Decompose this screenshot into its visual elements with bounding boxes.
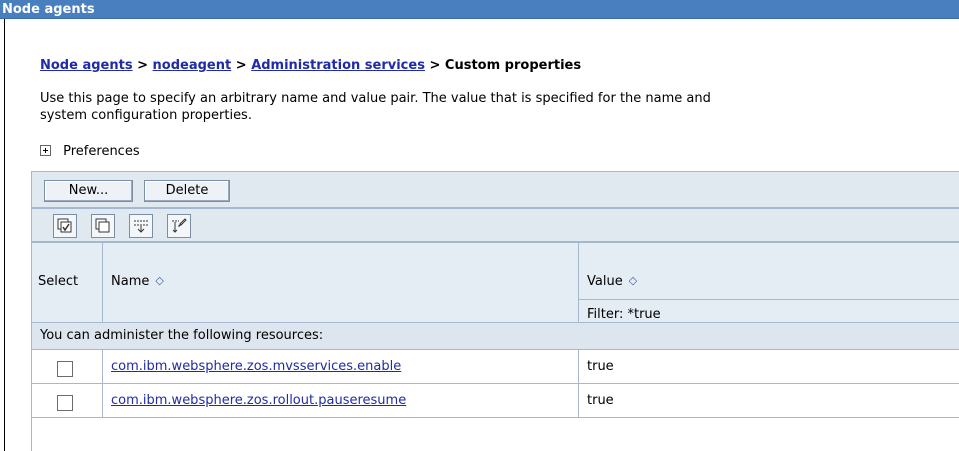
- expand-plus-icon[interactable]: [40, 145, 51, 156]
- deselect-all-button[interactable]: [91, 214, 115, 238]
- description-line-2: system configuration properties.: [40, 108, 252, 123]
- description-line-1: Use this page to specify an arbitrary na…: [40, 91, 711, 106]
- new-button[interactable]: New...: [44, 180, 133, 202]
- cell-divider: [578, 384, 579, 418]
- breadcrumb-separator: >: [137, 58, 148, 73]
- window-titlebar: Node agents: [0, 0, 959, 19]
- property-value: true: [587, 393, 614, 408]
- name-column-label[interactable]: Name: [111, 274, 149, 289]
- property-value: true: [587, 359, 614, 374]
- property-name-link[interactable]: com.ibm.websphere.zos.mvsservices.enable: [111, 359, 401, 374]
- filter-divider: [579, 299, 959, 300]
- breadcrumb-node-agents[interactable]: Node agents: [40, 58, 133, 73]
- filter-text: Filter: *true: [587, 307, 661, 322]
- select-all-button[interactable]: [53, 214, 77, 238]
- table-row: com.ibm.websphere.zos.mvsservices.enable…: [32, 350, 959, 384]
- breadcrumb: Node agents > nodeagent > Administration…: [40, 58, 581, 73]
- breadcrumb-separator: >: [429, 58, 441, 73]
- delete-button[interactable]: Delete: [144, 180, 230, 202]
- action-toolbar: New... Delete: [32, 171, 959, 209]
- row-checkbox[interactable]: [57, 395, 73, 411]
- table-header: Select Name ◇ Value ◇ Filter: *true: [32, 243, 959, 323]
- preferences-label[interactable]: Preferences: [63, 144, 139, 159]
- window-title: Node agents: [2, 2, 95, 17]
- clear-filter-button[interactable]: [167, 214, 191, 238]
- select-all-icon: [57, 218, 72, 233]
- row-checkbox[interactable]: [57, 361, 73, 377]
- show-filter-button[interactable]: [129, 214, 153, 238]
- cell-divider: [102, 350, 103, 384]
- selection-toolbar: [32, 209, 959, 243]
- select-column-header: Select: [32, 243, 103, 323]
- select-column-label: Select: [38, 274, 79, 289]
- left-border: [4, 19, 5, 451]
- deselect-all-icon: [95, 218, 110, 233]
- preferences-toggle[interactable]: Preferences: [40, 144, 140, 159]
- property-name-link[interactable]: com.ibm.websphere.zos.rollout.pauseresum…: [111, 393, 406, 408]
- cell-divider: [102, 384, 103, 418]
- sort-arrows-icon[interactable]: ◇: [629, 274, 637, 287]
- table-row: com.ibm.websphere.zos.rollout.pauseresum…: [32, 384, 959, 418]
- breadcrumb-administration-services[interactable]: Administration services: [251, 58, 425, 73]
- sort-arrows-icon[interactable]: ◇: [155, 274, 163, 287]
- value-column-header[interactable]: Value ◇ Filter: *true: [579, 243, 959, 323]
- clear-filter-icon: [172, 218, 187, 233]
- breadcrumb-separator: >: [235, 58, 247, 73]
- breadcrumb-current: Custom properties: [444, 58, 582, 73]
- custom-properties-table: New... Delete Select Name ◇ Value ◇ Filt…: [31, 171, 959, 451]
- value-column-label[interactable]: Value: [587, 274, 623, 289]
- cell-divider: [578, 350, 579, 384]
- breadcrumb-nodeagent[interactable]: nodeagent: [153, 58, 232, 73]
- name-column-header[interactable]: Name ◇: [103, 243, 579, 323]
- page-description: Use this page to specify an arbitrary na…: [40, 90, 959, 124]
- show-filter-icon: [134, 220, 148, 233]
- admin-message: You can administer the following resourc…: [32, 323, 959, 350]
